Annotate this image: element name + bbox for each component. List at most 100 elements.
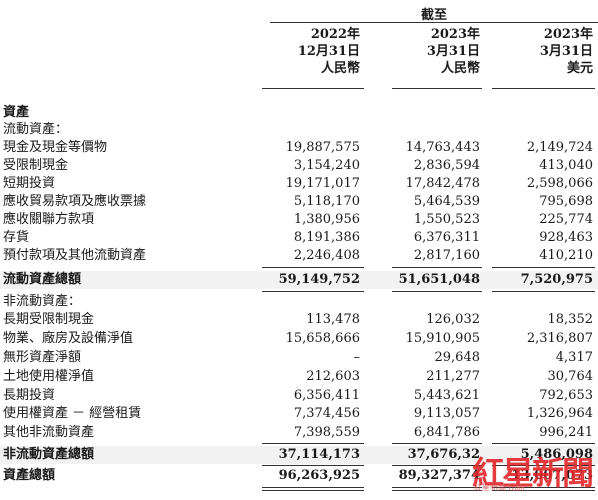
value-2023-rmb: 29,648	[434, 350, 481, 365]
value-2023-usd: 18,352	[547, 312, 594, 327]
column-year: 2023年	[543, 27, 593, 42]
row-label: 現金及現金等價物	[3, 140, 108, 155]
value-2023-usd: 413,040	[539, 158, 593, 173]
value-2023-usd: 7,520,975	[520, 272, 593, 287]
column-header-2022-rmb: 2022年 12月31日 人民幣	[250, 26, 360, 77]
table-row: 應收關聯方款項 1,380,956 1,550,523 225,774	[0, 211, 598, 229]
value-2023-usd: 225,774	[539, 212, 593, 227]
row-label: 流動資產總額	[3, 272, 82, 287]
watermark-subtext: 紅星新聞 出品	[474, 483, 525, 492]
value-2022-rmb: 6,356,411	[293, 388, 360, 403]
total-rule	[492, 291, 595, 292]
row-label: 短期投資	[3, 176, 56, 191]
value-2022-rmb: 113,478	[306, 312, 360, 327]
column-header-2023-usd: 2023年 3月31日 美元	[480, 26, 593, 77]
section-title-row: 資產	[0, 104, 598, 122]
total-rule	[392, 291, 482, 292]
subtotal-rule	[262, 267, 364, 268]
column-year: 2023年	[430, 27, 480, 42]
value-2023-rmb: 6,841,786	[413, 425, 480, 440]
watermark-logo: 紅星新聞 紅星新聞 出品	[464, 446, 594, 494]
value-2023-rmb: 2,817,160	[413, 248, 480, 263]
row-label: 存貨	[3, 230, 30, 245]
subtotal-rule	[262, 443, 364, 444]
double-rule	[262, 490, 364, 491]
value-2022-rmb: 3,154,240	[293, 158, 360, 173]
table-row: 物業、廠房及設備淨值 15,658,666 15,910,905 2,316,8…	[0, 330, 598, 348]
value-2022-rmb: 15,658,666	[285, 331, 360, 346]
value-2023-usd: 2,316,807	[526, 331, 593, 346]
value-2023-usd: 795,698	[539, 194, 593, 209]
column-currency: 人民幣	[320, 61, 360, 76]
value-2022-rmb: 212,603	[306, 369, 360, 384]
value-2023-usd: 928,463	[539, 230, 593, 245]
row-label: 資產總額	[3, 468, 56, 483]
row-label: 應收關聯方款項	[3, 212, 95, 227]
value-2023-rmb: 1,550,523	[413, 212, 480, 227]
total-rule	[262, 465, 364, 466]
table-row: 長期投資 6,356,411 5,443,621 792,653	[0, 387, 598, 405]
value-2023-rmb: 17,842,478	[405, 176, 480, 191]
value-2022-rmb: 37,114,173	[278, 447, 360, 462]
row-label: 其他非流動資產	[3, 425, 95, 440]
column-rule	[392, 88, 482, 89]
current-heading-row: 流動資產：	[0, 121, 598, 139]
value-2023-usd: 30,764	[547, 369, 594, 384]
table-row: 現金及現金等價物 19,887,575 14,763,443 2,149,724	[0, 139, 598, 157]
value-2023-rmb: 6,376,311	[413, 230, 480, 245]
column-date: 3月31日	[426, 44, 480, 59]
column-rule	[262, 88, 364, 89]
total-rule	[262, 291, 364, 292]
value-2022-rmb: 19,171,017	[285, 176, 360, 191]
column-rule	[492, 88, 595, 89]
column-year: 2022年	[310, 27, 360, 42]
value-2023-usd: 4,317	[555, 350, 593, 365]
column-date: 12月31日	[297, 44, 360, 59]
value-2022-rmb: 59,149,752	[278, 272, 360, 287]
table-row: 使用權資產 － 經營租賃 7,374,456 9,113,057 1,326,9…	[0, 405, 598, 423]
row-label: 長期投資	[3, 388, 56, 403]
balance-sheet: 截至 2022年 12月31日 人民幣 2023年 3月31日 人民幣 2023…	[0, 0, 598, 500]
value-2022-rmb: 19,887,575	[285, 140, 360, 155]
double-rule	[262, 487, 364, 488]
value-2023-rmb: 5,443,621	[413, 388, 480, 403]
value-2023-usd: 996,241	[539, 425, 593, 440]
column-date: 3月31日	[539, 44, 593, 59]
row-label: 非流動資產總額	[3, 447, 95, 462]
table-row: 應收貿易款項及應收票據 5,118,170 5,464,539 795,698	[0, 193, 598, 211]
period-span-label: 截至	[420, 8, 447, 23]
subtotal-rule	[492, 267, 595, 268]
value-2023-rmb: 126,032	[426, 312, 480, 327]
value-2023-usd: 1,326,964	[526, 406, 593, 421]
row-label: 無形資產淨額	[3, 350, 82, 365]
value-2023-rmb: 2,836,594	[413, 158, 480, 173]
row-label: 受限制現金	[3, 158, 69, 173]
value-2022-rmb: 2,246,408	[293, 248, 360, 263]
table-row: 無形資產淨額 – 29,648 4,317	[0, 349, 598, 367]
subtotal-rule	[392, 443, 482, 444]
table-row: 土地使用權淨值 212,603 211,277 30,764	[0, 368, 598, 386]
row-label: 土地使用權淨值	[3, 369, 95, 384]
row-label: 物業、廠房及設備淨值	[3, 331, 134, 346]
section-title: 資產	[3, 105, 30, 120]
value-2022-rmb: 7,374,456	[293, 406, 360, 421]
subtotal-rule	[492, 443, 595, 444]
value-2023-rmb: 5,464,539	[413, 194, 480, 209]
value-2023-usd: 410,210	[539, 248, 593, 263]
table-row: 長期受限制現金 113,478 126,032 18,352	[0, 311, 598, 329]
subtotal-rule	[392, 267, 482, 268]
header-divider	[270, 22, 598, 23]
table-row: 預付款項及其他流動資產 2,246,408 2,817,160 410,210	[0, 247, 598, 265]
value-2022-rmb: –	[353, 350, 361, 365]
value-2022-rmb: 8,191,386	[293, 230, 360, 245]
table-row: 存貨 8,191,386 6,376,311 928,463	[0, 229, 598, 247]
value-2023-usd: 792,653	[539, 388, 593, 403]
column-currency: 美元	[566, 61, 593, 76]
row-label: 預付款項及其他流動資產	[3, 248, 147, 263]
value-2022-rmb: 7,398,559	[293, 425, 360, 440]
noncurrent-assets-heading: 非流動資產：	[3, 294, 82, 309]
row-label: 應收貿易款項及應收票據	[3, 194, 147, 209]
table-row: 受限制現金 3,154,240 2,836,594 413,040	[0, 157, 598, 175]
value-2023-usd: 2,149,724	[526, 140, 593, 155]
column-header-2023-rmb: 2023年 3月31日 人民幣	[380, 26, 480, 77]
